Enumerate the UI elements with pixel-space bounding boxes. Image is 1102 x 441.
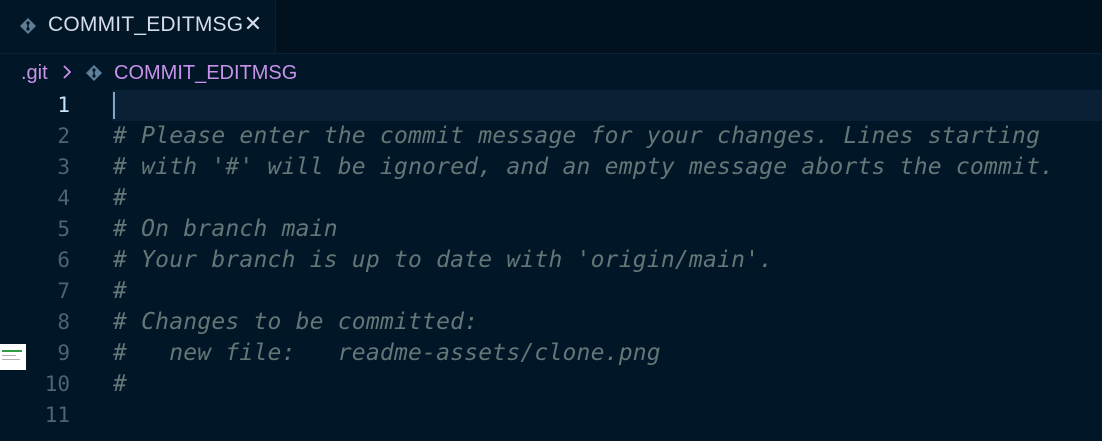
breadcrumb-root[interactable]: .git [21, 62, 48, 85]
editor-line: 10 # [0, 369, 1102, 400]
line-text[interactable]: # Changes to be committed: [113, 307, 478, 338]
breadcrumb: .git COMMIT_EDITMSG [0, 54, 1102, 90]
line-number: 5 [57, 217, 70, 241]
editor-line: 11 [0, 400, 1102, 431]
editor-line: 4 # [0, 183, 1102, 214]
line-number: 11 [44, 403, 70, 427]
tab-commit-editmsg[interactable]: COMMIT_EDITMSG ✕ [0, 0, 276, 53]
line-number: 3 [57, 155, 70, 179]
line-text[interactable]: # [113, 276, 127, 307]
editor-line: 7 # [0, 276, 1102, 307]
line-text[interactable]: # Your branch is up to date with 'origin… [113, 245, 773, 276]
tab-bar: COMMIT_EDITMSG ✕ [0, 0, 1102, 54]
line-text[interactable]: # with '#' will be ignored, and an empty… [113, 152, 1054, 183]
line-text[interactable]: # [113, 183, 127, 214]
line-number: 4 [57, 186, 70, 210]
line-number: 7 [57, 279, 70, 303]
line-number: 2 [57, 124, 70, 148]
line-text[interactable]: # Please enter the commit message for yo… [113, 121, 1040, 152]
editor-line: 8 # Changes to be committed: [0, 307, 1102, 338]
breadcrumb-file[interactable]: COMMIT_EDITMSG [114, 62, 297, 85]
line-text[interactable]: # On branch main [113, 214, 338, 245]
git-diamond-icon [20, 18, 36, 34]
editor-window: COMMIT_EDITMSG ✕ .git COMMIT_EDITMSG 1 2… [0, 0, 1102, 441]
line-text[interactable]: # new file: readme-assets/clone.png [113, 338, 661, 369]
chevron-right-icon [63, 65, 72, 79]
line-number: 1 [57, 93, 70, 117]
editor-line: 1 [0, 90, 1102, 121]
line-text[interactable]: # [113, 369, 127, 400]
code-editor[interactable]: 1 2 # Please enter the commit message fo… [0, 90, 1102, 441]
line-number: 10 [44, 372, 70, 396]
editor-line: 5 # On branch main [0, 214, 1102, 245]
editor-line: 3 # with '#' will be ignored, and an emp… [0, 152, 1102, 183]
editor-line: 6 # Your branch is up to date with 'orig… [0, 245, 1102, 276]
editor-line: 2 # Please enter the commit message for … [0, 121, 1102, 152]
line-number: 6 [57, 248, 70, 272]
editor-line: 9 # new file: readme-assets/clone.png [0, 338, 1102, 369]
git-diamond-icon [86, 65, 102, 81]
close-icon[interactable]: ✕ [240, 12, 266, 38]
image-thumbnail-icon [0, 344, 26, 370]
line-number: 8 [57, 310, 70, 334]
tab-label: COMMIT_EDITMSG [48, 13, 244, 36]
